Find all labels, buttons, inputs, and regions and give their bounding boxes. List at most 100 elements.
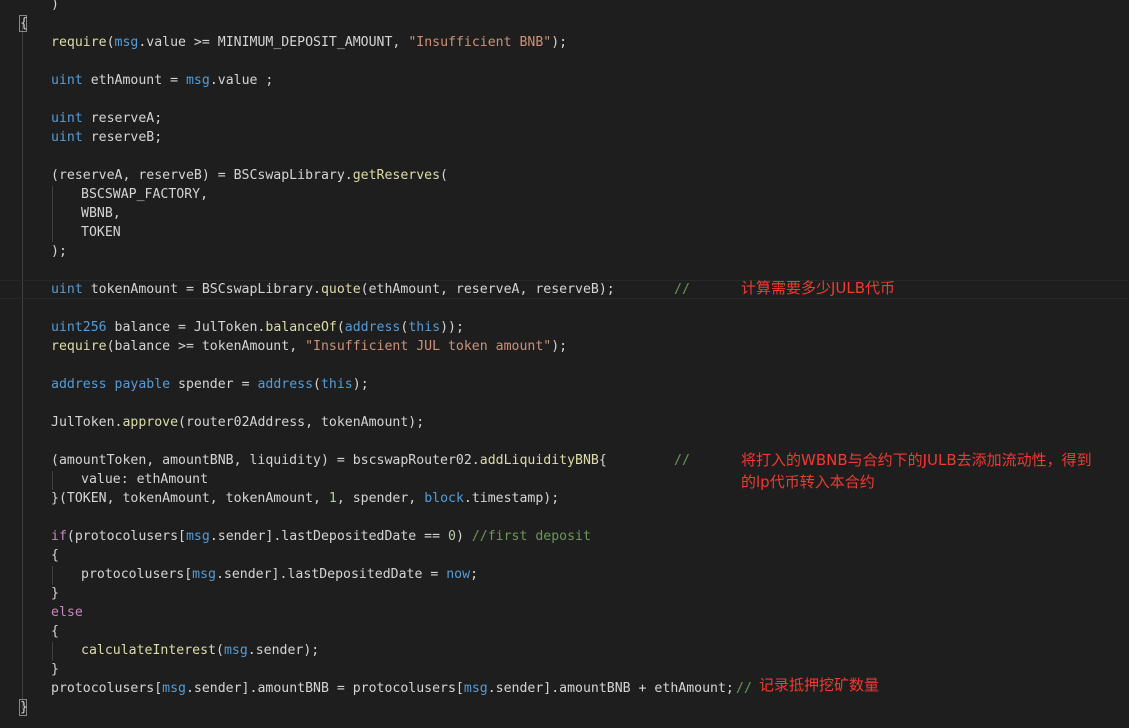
code-token: addLiquidityBNB: [479, 453, 599, 468]
annotation-add-liquidity-line2: 的lp代币转入本合约: [741, 473, 875, 491]
code-line: uint256 balance = JulToken.balanceOf(add…: [51, 318, 464, 337]
indent-guide-outer: [22, 24, 23, 710]
code-line: WBNB,: [81, 204, 121, 223]
code-token: (reserveA, reserveB) = BSCswapLibrary.: [51, 168, 353, 183]
code-token: payable: [114, 377, 171, 392]
code-token: );: [551, 339, 568, 354]
code-token: now: [446, 567, 471, 582]
code-token: block: [424, 491, 464, 506]
code-token: tokenAmount = BSCswapLibrary.: [82, 282, 321, 297]
code-token: "Insufficient JUL token amount": [305, 339, 552, 354]
code-token: }: [51, 586, 59, 601]
code-token: TOKEN: [81, 225, 121, 240]
code-token: {: [51, 548, 59, 563]
code-token: msg: [185, 73, 210, 88]
code-token: address: [344, 320, 401, 335]
code-token: approve: [122, 415, 179, 430]
code-token: (: [106, 35, 115, 50]
code-token: .value ;: [209, 73, 274, 88]
code-line: (amountToken, amountBNB, liquidity) = bs…: [51, 451, 607, 470]
code-token: reserveB;: [82, 130, 163, 145]
code-token: balance = JulToken.: [106, 320, 266, 335]
code-line: );: [51, 242, 67, 261]
code-token: {: [20, 16, 28, 31]
code-token: msg: [114, 35, 139, 50]
code-token: getReserves: [352, 168, 441, 183]
code-token: .sender].lastDepositedDate =: [215, 567, 447, 582]
code-line: address payable spender = address(this);: [51, 375, 369, 394]
code-token: BSCSWAP_FACTORY,: [81, 187, 209, 202]
annotation-record: 记录抵押挖矿数量: [759, 676, 880, 694]
code-token: "Insufficient BNB": [408, 35, 552, 50]
code-line: ): [51, 0, 59, 14]
code-token: calculateInterest: [81, 643, 216, 658]
code-token: uint256: [51, 320, 107, 335]
code-comment: //: [674, 280, 690, 299]
code-token: WBNB,: [81, 206, 121, 221]
code-token: JulToken.: [51, 415, 123, 430]
code-comment: //: [736, 679, 752, 698]
code-line: require(msg.value >= MINIMUM_DEPOSIT_AMO…: [51, 33, 567, 52]
code-line: }(TOKEN, tokenAmount, tokenAmount, 1, sp…: [51, 489, 559, 508]
code-comment: //: [674, 451, 690, 470]
code-line: BSCSWAP_FACTORY,: [81, 185, 208, 204]
code-line: calculateInterest(msg.sender);: [81, 641, 319, 660]
code-token: }: [20, 700, 28, 715]
code-token: uint: [51, 111, 83, 126]
code-token: require: [51, 339, 107, 354]
code-token: require: [51, 35, 107, 50]
code-token: 1: [328, 491, 337, 506]
code-line: }: [20, 698, 28, 717]
code-token: (amountToken, amountBNB, liquidity) = bs…: [51, 453, 480, 468]
code-token: }(TOKEN, tokenAmount, tokenAmount,: [51, 491, 329, 506]
code-line: }: [51, 584, 59, 603]
code-token: {: [51, 624, 59, 639]
indent-guide-getreserves: [52, 186, 53, 242]
code-line: if(protocolusers[msg.sender].lastDeposit…: [51, 527, 591, 546]
code-line: TOKEN: [81, 223, 121, 242]
code-token: (: [215, 643, 224, 658]
code-token: quote: [320, 282, 361, 297]
code-token: if: [51, 529, 67, 544]
code-token: msg: [223, 643, 248, 658]
indent-guide-if-block: [52, 566, 53, 585]
code-token: ethAmount =: [82, 73, 186, 88]
code-token: (: [313, 377, 321, 392]
code-token: }: [51, 662, 59, 677]
code-line: JulToken.approve(router02Address, tokenA…: [51, 413, 424, 432]
code-line: {: [20, 14, 28, 33]
code-token: //: [674, 453, 690, 468]
code-token: 0: [448, 529, 456, 544]
code-token: uint: [51, 130, 83, 145]
code-line: uint tokenAmount = BSCswapLibrary.quote(…: [51, 280, 615, 299]
code-token: //first deposit: [471, 529, 591, 544]
code-token: .sender].lastDepositedDate ==: [209, 529, 448, 544]
code-token: .value >= MINIMUM_DEPOSIT_AMOUNT,: [138, 35, 409, 50]
code-token: );: [551, 35, 568, 50]
code-token: );: [51, 244, 67, 259]
code-token: );: [352, 377, 369, 392]
code-token: protocolusers[: [81, 567, 193, 582]
code-token: uint: [51, 282, 83, 297]
code-token: ));: [440, 320, 464, 335]
annotation-add-liquidity-line1: 将打入的WBNB与合约下的JULB去添加流动性，得到: [741, 451, 1092, 469]
code-token: //: [674, 282, 690, 297]
code-token: (protocolusers[: [66, 529, 186, 544]
code-token: address: [51, 377, 107, 392]
code-line: {: [51, 546, 59, 565]
indent-guide-addliquidity: [52, 471, 53, 490]
code-token: address: [257, 377, 314, 392]
code-token: reserveA;: [82, 111, 163, 126]
code-token: else: [51, 605, 83, 620]
code-line: protocolusers[msg.sender].lastDepositedD…: [81, 565, 478, 584]
code-token: this: [320, 377, 353, 392]
code-token: (router02Address, tokenAmount);: [178, 415, 425, 430]
code-token: .timestamp);: [463, 491, 560, 506]
code-token: msg: [162, 681, 186, 696]
code-token: .sender].amountBNB + ethAmount;: [487, 681, 734, 696]
code-token: spender =: [170, 377, 258, 392]
indent-guide-else-block: [52, 642, 53, 661]
code-editor[interactable]: ) { require(msg.value >= MINIMUM_DEPOSIT…: [0, 0, 1129, 728]
code-token: , spender,: [336, 491, 425, 506]
